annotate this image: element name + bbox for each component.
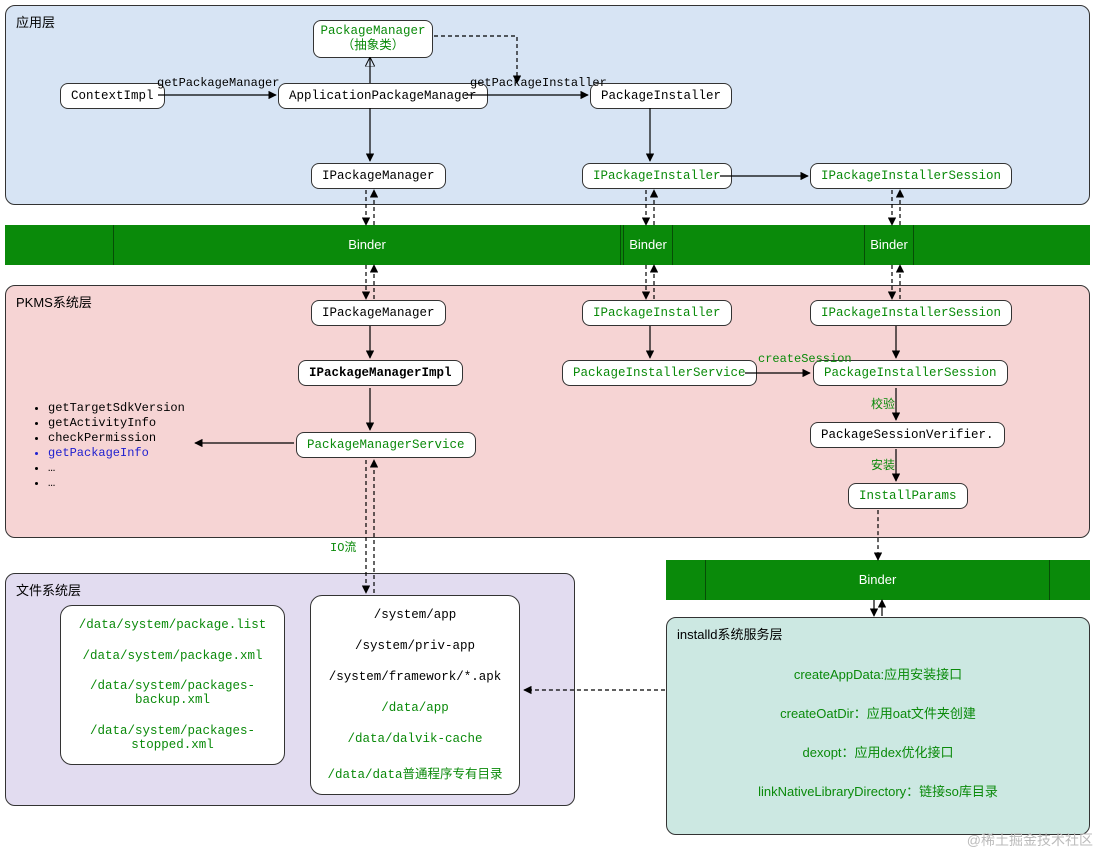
- fs-line: /data/data普通程序专有目录: [311, 758, 519, 787]
- fs-line: /data/system/packages-stopped.xml: [61, 719, 284, 757]
- layer-installd-title: installd系统服务层: [677, 624, 782, 643]
- node-ipackage-installer-pkms-label: IPackageInstaller: [593, 306, 721, 320]
- node-context-impl-label: ContextImpl: [71, 89, 154, 103]
- fs-line: /system/app: [311, 603, 519, 627]
- node-ipackage-installer-session-pkms-label: IPackageInstallerSession: [821, 306, 1001, 320]
- layer-app-title: 应用层: [16, 12, 55, 31]
- fs-line: /system/priv-app: [311, 634, 519, 658]
- node-install-params-label: InstallParams: [859, 489, 957, 503]
- node-ipackage-manager-pkms-label: IPackageManager: [322, 306, 435, 320]
- binder-label-1b: Binder: [629, 237, 667, 252]
- installd-item: createAppData:应用安装接口: [667, 654, 1089, 693]
- node-ipackage-installer-session-app: IPackageInstallerSession: [810, 163, 1012, 189]
- binder-label-1c: Binder: [870, 237, 908, 252]
- edge-label-createsession: createSession: [758, 352, 852, 366]
- node-package-session-verifier-label: PackageSessionVerifier.: [821, 428, 994, 442]
- method-item: getActivityInfo: [48, 416, 185, 430]
- node-ipackage-manager-impl-label: IPackageManagerImpl: [309, 366, 452, 380]
- node-ipackage-installer-session-pkms: IPackageInstallerSession: [810, 300, 1012, 326]
- node-package-installer-session-label: PackageInstallerSession: [824, 366, 997, 380]
- binder-label-1a: Binder: [348, 237, 386, 252]
- node-package-installer-service: PackageInstallerService: [562, 360, 757, 386]
- node-package-manager-abstract-l2: （抽象类）: [318, 39, 428, 54]
- node-install-params: InstallParams: [848, 483, 968, 509]
- edge-label-iostream: IO流: [330, 538, 356, 555]
- installd-item: linkNativeLibraryDirectory：链接so库目录: [667, 771, 1089, 810]
- node-app-package-manager: ApplicationPackageManager: [278, 83, 488, 109]
- binder-cell-1a: Binder: [113, 225, 621, 265]
- node-ipackage-manager-app: IPackageManager: [311, 163, 446, 189]
- layer-fs-title: 文件系统层: [16, 580, 81, 599]
- node-app-package-manager-label: ApplicationPackageManager: [289, 89, 477, 103]
- layer-pkms-title: PKMS系统层: [16, 292, 92, 311]
- methods-list: getTargetSdkVersion getActivityInfo chec…: [30, 400, 185, 491]
- watermark: @稀土掘金技术社区: [967, 830, 1093, 850]
- node-ipackage-installer-session-app-label: IPackageInstallerSession: [821, 169, 1001, 183]
- fs-line: /data/app: [311, 696, 519, 720]
- fs-line: /data/system/packages-backup.xml: [61, 674, 284, 712]
- method-item: …: [48, 461, 185, 475]
- method-item: getTargetSdkVersion: [48, 401, 185, 415]
- node-package-manager-service: PackageManagerService: [296, 432, 476, 458]
- fs-box-right: /system/app /system/priv-app /system/fra…: [310, 595, 520, 795]
- node-context-impl: ContextImpl: [60, 83, 165, 109]
- binder-label-2: Binder: [859, 572, 897, 587]
- node-package-session-verifier: PackageSessionVerifier.: [810, 422, 1005, 448]
- layer-installd: installd系统服务层 createAppData:应用安装接口 creat…: [666, 617, 1090, 835]
- node-package-manager-service-label: PackageManagerService: [307, 438, 465, 452]
- method-item: getPackageInfo: [48, 446, 185, 460]
- edge-label-verify: 校验: [871, 395, 895, 412]
- binder-cell-2: Binder: [705, 560, 1050, 600]
- binder-cell-1c: Binder: [864, 225, 914, 265]
- method-item: …: [48, 476, 185, 490]
- binder-cell-1b: Binder: [623, 225, 673, 265]
- node-ipackage-installer-app: IPackageInstaller: [582, 163, 732, 189]
- installd-item: dexopt：应用dex优化接口: [667, 732, 1089, 771]
- node-ipackage-manager-impl: IPackageManagerImpl: [298, 360, 463, 386]
- node-package-manager-abstract-l1: PackageManager: [318, 24, 428, 39]
- edge-label-getpackagemanager: getPackageManager: [157, 76, 279, 90]
- node-package-installer-label: PackageInstaller: [601, 89, 721, 103]
- fs-line: /data/dalvik-cache: [311, 727, 519, 751]
- node-package-installer: PackageInstaller: [590, 83, 732, 109]
- method-item: checkPermission: [48, 431, 185, 445]
- installd-item: createOatDir：应用oat文件夹创建: [667, 693, 1089, 732]
- edge-label-install: 安装: [871, 456, 895, 473]
- node-package-manager-abstract: PackageManager （抽象类）: [313, 20, 433, 58]
- node-ipackage-installer-app-label: IPackageInstaller: [593, 169, 721, 183]
- fs-line: /data/system/package.list: [61, 613, 284, 637]
- fs-box-left: /data/system/package.list /data/system/p…: [60, 605, 285, 765]
- node-package-installer-service-label: PackageInstallerService: [573, 366, 746, 380]
- fs-line: /system/framework/*.apk: [311, 665, 519, 689]
- node-ipackage-installer-pkms: IPackageInstaller: [582, 300, 732, 326]
- fs-line: /data/system/package.xml: [61, 644, 284, 668]
- edge-label-getpackageinstaller: getPackageInstaller: [470, 76, 607, 90]
- node-ipackage-manager-app-label: IPackageManager: [322, 169, 435, 183]
- node-ipackage-manager-pkms: IPackageManager: [311, 300, 446, 326]
